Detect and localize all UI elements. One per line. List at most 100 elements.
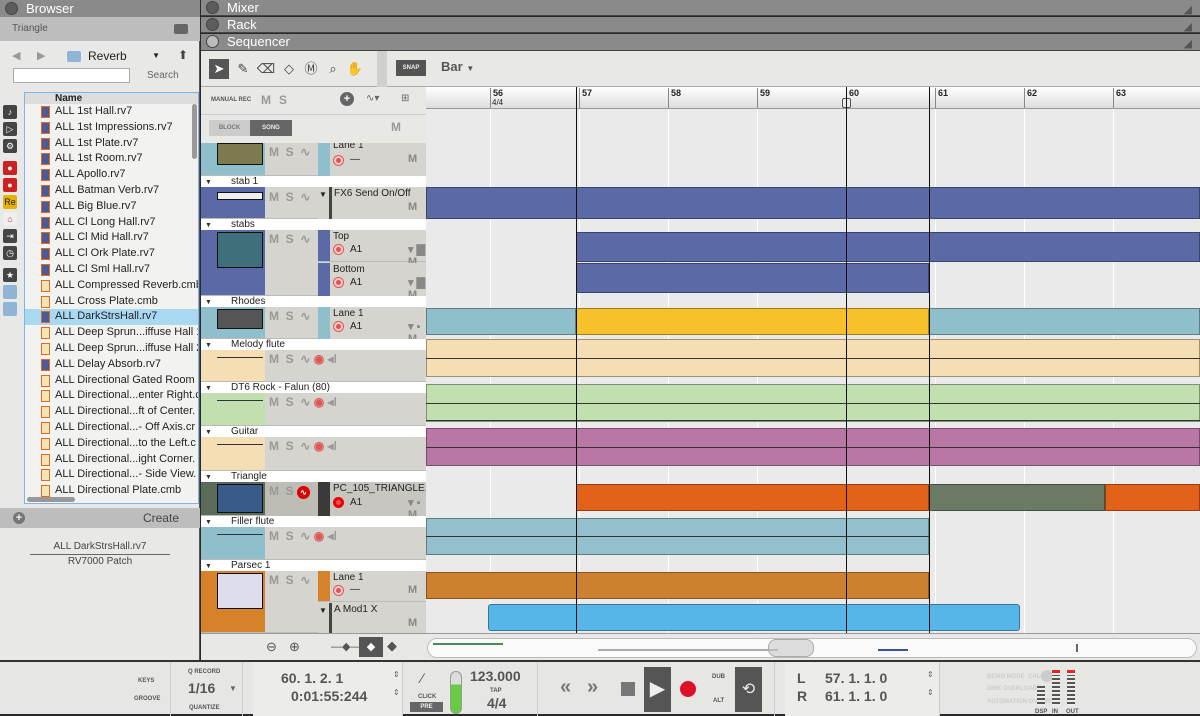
file-list-item[interactable]: ALL 1st Room.rv7 xyxy=(25,151,198,167)
master-mute-button[interactable]: M xyxy=(261,93,271,107)
utilities-icon[interactable]: ⚙ xyxy=(3,139,17,153)
clip-stab1-automation[interactable] xyxy=(426,187,1200,219)
track-triangle[interactable]: ▼ Triangle M S ∿ PC_105_TRIANGLE... A1 ▾ … xyxy=(201,471,426,521)
panel-toggle[interactable] xyxy=(206,1,219,14)
file-list-item[interactable]: ALL Directional...- Off Axis.cr xyxy=(25,420,198,436)
lane-mute-button[interactable]: M xyxy=(408,201,417,213)
column-header-name[interactable]: Name xyxy=(25,93,198,104)
chevron-down-icon[interactable]: ▼ xyxy=(229,684,237,693)
song-overview-navigator[interactable] xyxy=(427,638,1197,658)
file-list-item[interactable]: ALL Directional...- Side View. xyxy=(25,467,198,483)
mute-solo[interactable]: M S ∿ xyxy=(269,145,310,159)
alt-button[interactable]: ALT xyxy=(713,698,724,704)
play-button[interactable]: ▶ xyxy=(644,667,671,712)
mute-solo[interactable]: M S ∿ ◉ ◂ǀ xyxy=(269,439,337,453)
maximize-icon[interactable]: ◢ xyxy=(1184,19,1192,35)
collapse-triangle-icon[interactable]: ▼ xyxy=(205,517,212,528)
mute-button[interactable]: M xyxy=(391,120,401,134)
pre-count-button[interactable]: PRE xyxy=(410,702,443,712)
create-button[interactable]: Create xyxy=(143,508,179,528)
track[interactable]: M S ∿ Lane 1 — M xyxy=(201,143,426,176)
track-name[interactable]: ▼ Guitar xyxy=(201,426,426,437)
lane-value[interactable]: — xyxy=(350,584,360,595)
mixer-bar[interactable]: Mixer ◢ xyxy=(201,0,1200,16)
panel-toggle[interactable] xyxy=(206,18,219,31)
maximize-icon[interactable]: ◢ xyxy=(1184,36,1192,52)
file-list-item[interactable]: ALL Directional Gated Room - xyxy=(25,373,198,389)
waveform-large-icon[interactable]: ◆ xyxy=(387,638,397,654)
file-list-item[interactable]: ALL Cl Ork Plate.rv7 xyxy=(25,246,198,262)
folder-icon[interactable] xyxy=(3,302,17,316)
rack-bar[interactable]: Rack ◢ xyxy=(201,17,1200,33)
mute-solo[interactable]: M S ∿ ◉ ◂ǀ xyxy=(269,352,337,366)
add-track-icon[interactable]: + xyxy=(340,92,354,106)
lane-value[interactable]: A1 xyxy=(350,497,362,508)
file-list-item[interactable]: ALL Apollo.rv7 xyxy=(25,167,198,183)
quantize-value[interactable]: 1/16 xyxy=(188,680,215,696)
plus-icon[interactable]: + xyxy=(13,512,25,524)
file-list-item[interactable]: ALL Deep Sprun...iffuse Hall 2 xyxy=(25,341,198,357)
playhead-line[interactable] xyxy=(846,87,847,633)
hand-icon[interactable]: ✋ xyxy=(345,59,365,79)
track-filler-flute[interactable]: ▼ Filler flute M S ∿ ◉ ◂ǀ xyxy=(201,516,426,560)
device-icon[interactable]: ● xyxy=(3,161,17,175)
instruments-icon[interactable]: ♪ xyxy=(3,105,17,119)
mute-solo[interactable]: M S ∿ xyxy=(269,573,310,587)
folder-icon[interactable] xyxy=(3,285,17,299)
forward-arrow-icon[interactable]: ▶ xyxy=(37,49,45,62)
clip-triangle[interactable] xyxy=(576,484,929,511)
select-arrow-icon[interactable]: ➤ xyxy=(209,59,229,79)
file-list-item[interactable]: ALL Cl Sml Hall.rv7 xyxy=(25,262,198,278)
sequencer-bar[interactable]: Sequencer ◢ xyxy=(201,34,1200,51)
file-list-item[interactable]: ALL 1st Impressions.rv7 xyxy=(25,120,198,136)
song-mode-button[interactable]: SONG xyxy=(250,120,292,136)
track-dt6-rock[interactable]: ▼ DT6 Rock - Falun (80) M S ∿ ◉ ◂ǀ xyxy=(201,382,426,426)
keys-button[interactable]: KEYS xyxy=(138,678,154,684)
master-solo-button[interactable]: S xyxy=(279,93,287,107)
track-name[interactable]: ▼ Rhodes xyxy=(201,296,426,307)
search-input[interactable] xyxy=(13,68,130,83)
track-name[interactable]: ▼ DT6 Rock - Falun (80) xyxy=(201,382,426,393)
track-name[interactable]: ▼ Parsec 1 xyxy=(201,560,426,571)
stepper-icon[interactable]: ⇕ xyxy=(927,670,934,679)
folder-dropdown[interactable]: Reverb ▼ xyxy=(63,46,165,66)
record-enable-button[interactable] xyxy=(333,497,344,508)
browser-header[interactable]: Browser xyxy=(0,0,200,17)
tap-button[interactable]: TAP xyxy=(490,688,502,694)
home-icon[interactable]: ⌂ xyxy=(3,212,17,226)
track-name[interactable]: ▼ Filler flute xyxy=(201,516,426,527)
snap-value-dropdown[interactable]: Bar ▼ xyxy=(441,59,474,74)
file-list-item[interactable]: ALL Batman Verb.rv7 xyxy=(25,183,198,199)
lane-value[interactable]: A1 xyxy=(350,321,362,332)
ruler[interactable]: 56 57 58 59 60 61 62 63 4/4 xyxy=(426,87,1200,109)
file-list-item[interactable]: ALL Directional...ight Corner. xyxy=(25,452,198,468)
record-enable-button[interactable] xyxy=(333,244,344,255)
stepper-icon[interactable]: ⇕ xyxy=(927,688,934,697)
track-guitar[interactable]: ▼ Guitar M S ∿ ◉ ◂ǀ xyxy=(201,426,426,471)
razor-icon[interactable]: ◇ xyxy=(279,59,299,79)
file-list-item[interactable]: ALL Cl Long Hall.rv7 xyxy=(25,215,198,231)
effects-icon[interactable]: ▷ xyxy=(3,122,17,136)
track-name[interactable]: ▼ stabs xyxy=(201,219,426,230)
record-enable-button[interactable] xyxy=(333,321,344,332)
collapse-triangle-icon[interactable]: ▼ xyxy=(205,561,212,572)
mute-solo[interactable]: M S ∿ ◉ ◂ǀ xyxy=(269,395,337,409)
lane-mute-button[interactable]: M xyxy=(408,584,417,596)
file-list-item[interactable]: ALL Cl Mid Hall.rv7 xyxy=(25,230,198,246)
waveform-small-icon[interactable]: —◆— xyxy=(331,640,361,653)
file-list-item[interactable]: ALL Directional...enter Right.c xyxy=(25,388,198,404)
record-button[interactable] xyxy=(680,681,696,697)
pencil-icon[interactable]: ✎ xyxy=(233,59,253,79)
file-list-item[interactable]: ALL 1st Plate.rv7 xyxy=(25,136,198,152)
up-arrow-icon[interactable]: ⬆ xyxy=(178,48,188,62)
dub-button[interactable]: DUB xyxy=(712,674,725,680)
mute-solo[interactable]: M S ∿ xyxy=(269,309,310,323)
track-name[interactable]: ▼ Melody flute xyxy=(201,339,426,350)
automation-icon[interactable]: ∿▾ xyxy=(366,93,379,104)
collapse-triangle-icon[interactable]: ▼ xyxy=(205,297,212,308)
zoom-out-icon[interactable]: ⊖ xyxy=(266,639,277,655)
favorites-icon[interactable]: ★ xyxy=(3,268,17,282)
samples-icon[interactable]: ⇥ xyxy=(3,229,17,243)
lane-mute-button[interactable]: M xyxy=(408,617,417,629)
overview-window-handle[interactable] xyxy=(768,639,814,657)
